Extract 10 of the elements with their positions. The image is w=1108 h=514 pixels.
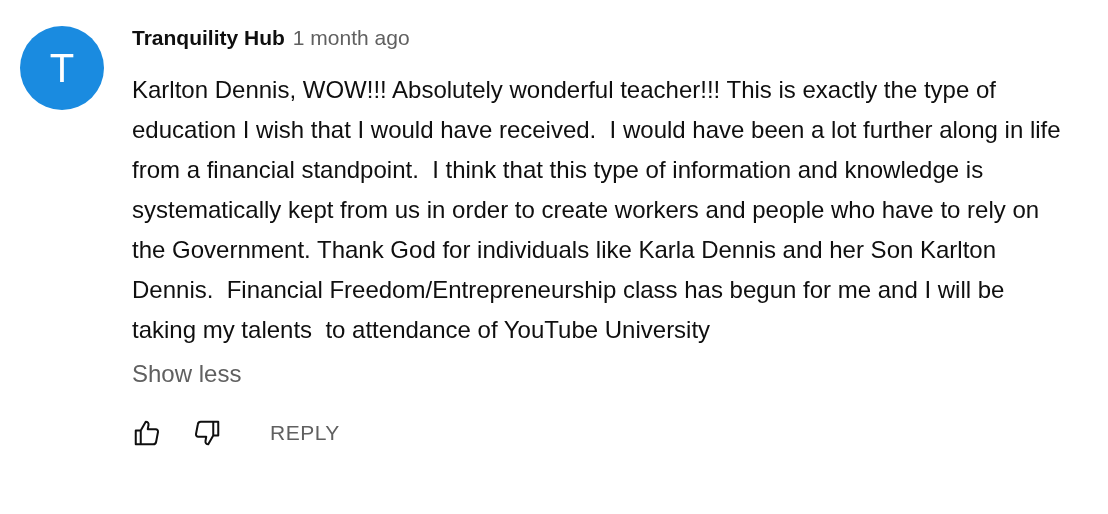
comment-text: Karlton Dennis, WOW!!! Absolutely wonderful teacher!!! This is exactly the type of education I wish that I would have received. I would have been a lot further along in life from a financial standpoint. I think that this type of information and knowledge is systematically kept from us in order to create workers and people who have to rely on the Government. Thank God for individuals like Karla Dennis and her Son Karlton Dennis. Financial Freedom/Entrepreneurship class has begun for me and I will be taking my talents to attendance of YouTube University (132, 75, 1062, 345)
dislike-button[interactable] (192, 418, 222, 448)
thumbs-down-icon (192, 418, 222, 448)
avatar[interactable]: T (20, 26, 104, 110)
like-button[interactable] (132, 418, 162, 448)
comment-time: 1 month ago (292, 26, 410, 50)
author-name: Tranquility Hub (132, 26, 285, 50)
reply-button[interactable]: REPLY (252, 421, 340, 445)
thumbs-up-icon (132, 418, 162, 448)
show-less-button[interactable]: Show less (132, 360, 242, 388)
